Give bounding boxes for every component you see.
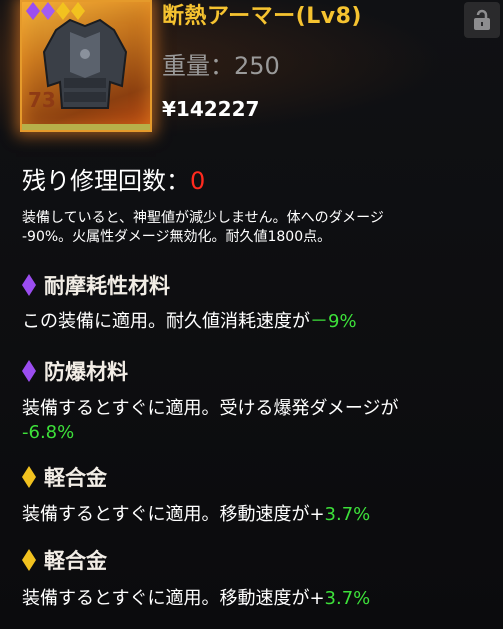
item-slot[interactable]: 73 xyxy=(20,0,152,132)
gold-gem-icon xyxy=(22,549,36,571)
mod-title-text: 防爆材料 xyxy=(44,360,128,384)
mod-title: 防爆材料 xyxy=(22,356,128,386)
item-rarity-stripe xyxy=(22,124,150,130)
mod-effect-text: 装備するとすぐに適用。移動速度が+ xyxy=(22,588,325,609)
mod-title: 軽合金 xyxy=(22,545,107,575)
repair-count: 0 xyxy=(190,167,206,195)
mod-effect-value: －9% xyxy=(310,311,357,332)
mod-effect: 装備するとすぐに適用。受ける爆発ダメージが -6.8% xyxy=(22,397,502,445)
item-header: 73 断熱アーマー(Lv8) 重量：250 ¥142227 xyxy=(0,0,503,150)
purple-gem-icon xyxy=(26,2,40,20)
item-detail-panel: 73 断熱アーマー(Lv8) 重量：250 ¥142227 残り修理回数：0 装… xyxy=(0,0,503,629)
mod-title: 軽合金 xyxy=(22,462,107,492)
mod-effect-value: 3.7% xyxy=(324,504,371,525)
item-weight: 重量：250 xyxy=(162,52,280,80)
purple-gem-icon xyxy=(22,274,36,296)
mod-effect-text: 装備するとすぐに適用。受ける爆発ダメージが xyxy=(22,398,399,419)
gold-gem-icon xyxy=(22,466,36,488)
mod-effect-text: この装備に適用。耐久値消耗速度が xyxy=(22,311,310,332)
lock-icon xyxy=(474,9,490,30)
mod-effect: この装備に適用。耐久値消耗速度が－9% xyxy=(22,310,502,334)
repair-count-row: 残り修理回数：0 xyxy=(22,161,205,196)
mod-effect: 装備するとすぐに適用。移動速度が+3.7% xyxy=(22,503,502,527)
mod-title-text: 耐摩耗性材料 xyxy=(44,274,170,298)
lock-button[interactable] xyxy=(464,2,500,38)
description-line: 装備していると、神聖値が減少しません。体へのダメージ xyxy=(22,210,384,226)
mod-effect: 装備するとすぐに適用。移動速度が+3.7% xyxy=(22,587,502,611)
mod-effect-value: 3.7% xyxy=(324,588,371,609)
item-level: 73 xyxy=(28,88,56,112)
repair-label: 残り修理回数： xyxy=(22,167,190,195)
item-price: ¥142227 xyxy=(162,97,260,121)
item-description: 装備していると、神聖値が減少しません。体へのダメージ -90%。火属性ダメージ無… xyxy=(22,209,492,247)
description-line: -90%。火属性ダメージ無効化。耐久値1800点。 xyxy=(22,229,332,245)
mod-effect-text: 装備するとすぐに適用。移動速度が+ xyxy=(22,504,325,525)
mod-title: 耐摩耗性材料 xyxy=(22,270,170,300)
mod-title-text: 軽合金 xyxy=(44,466,107,490)
mod-effect-value: -6.8% xyxy=(22,422,75,443)
item-name: 断熱アーマー(Lv8) xyxy=(162,4,362,29)
purple-gem-icon xyxy=(22,360,36,382)
mod-title-text: 軽合金 xyxy=(44,549,107,573)
